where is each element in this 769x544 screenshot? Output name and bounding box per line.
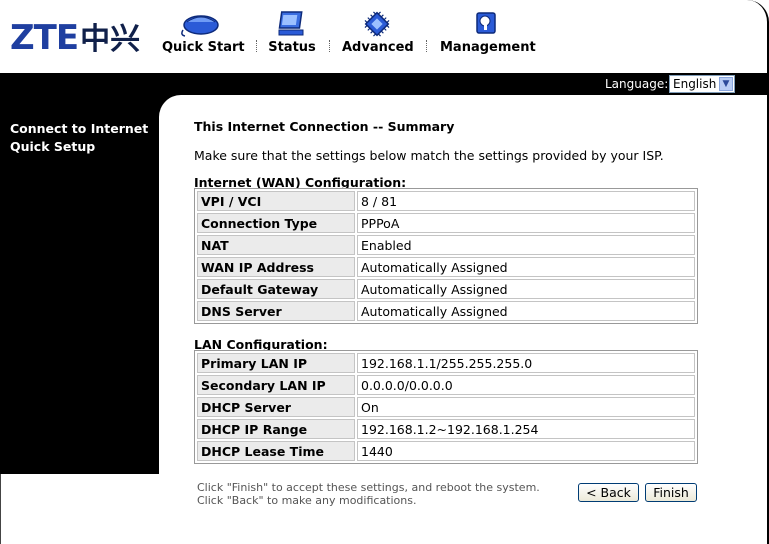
table-row: DHCP Lease Time 1440 <box>197 441 695 461</box>
nav-advanced[interactable]: Advanced <box>342 10 414 62</box>
divider <box>0 474 1 544</box>
logo-cn: 中兴 <box>80 22 141 57</box>
row-key: WAN IP Address <box>197 257 355 277</box>
nav-quick-start[interactable]: Quick Start <box>162 10 245 62</box>
nav-separator <box>256 40 258 52</box>
row-key: Default Gateway <box>197 279 355 299</box>
chevron-down-icon[interactable]: ▼ <box>719 77 733 91</box>
row-value: PPPoA <box>357 213 695 233</box>
row-key: DHCP Server <box>197 397 355 417</box>
instruction-line: Click "Finish" to accept these settings,… <box>197 481 540 494</box>
row-value: 0.0.0.0/0.0.0.0 <box>357 375 695 395</box>
language-select[interactable]: English ▼ <box>669 75 735 93</box>
nav-status[interactable]: Status <box>268 10 316 62</box>
row-value: 192.168.1.2~192.168.1.254 <box>357 419 695 439</box>
row-key: Secondary LAN IP <box>197 375 355 395</box>
sidebar-item-quick-setup[interactable]: Quick Setup <box>10 139 95 154</box>
language-selected-value: English <box>673 77 717 91</box>
page-title: This Internet Connection -- Summary <box>194 119 455 134</box>
row-key: DHCP Lease Time <box>197 441 355 461</box>
row-key: VPI / VCI <box>197 191 355 211</box>
nav-management[interactable]: Management <box>440 10 536 62</box>
table-row: DNS Server Automatically Assigned <box>197 301 695 321</box>
table-row: Connection Type PPPoA <box>197 213 695 233</box>
nav-separator <box>426 40 428 52</box>
wan-config-table: VPI / VCI 8 / 81 Connection Type PPPoA NAT… <box>194 188 698 324</box>
language-label: Language: <box>605 77 669 91</box>
row-value: 1440 <box>357 441 695 461</box>
instructions: Click "Finish" to accept these settings,… <box>197 481 540 507</box>
intro-text: Make sure that the settings below match … <box>194 148 664 163</box>
row-key: NAT <box>197 235 355 255</box>
table-row: Primary LAN IP 192.168.1.1/255.255.255.0 <box>197 353 695 373</box>
row-value: On <box>357 397 695 417</box>
row-key: Primary LAN IP <box>197 353 355 373</box>
row-value: Automatically Assigned <box>357 257 695 277</box>
logo-latin: ZTE <box>10 18 79 58</box>
row-value: Enabled <box>357 235 695 255</box>
sidebar-item-connect-to-internet[interactable]: Connect to Internet <box>10 121 148 136</box>
row-value: Automatically Assigned <box>357 301 695 321</box>
table-row: DHCP IP Range 192.168.1.2~192.168.1.254 <box>197 419 695 439</box>
row-key: DHCP IP Range <box>197 419 355 439</box>
nav-label: Quick Start <box>162 40 245 55</box>
table-row: Default Gateway Automatically Assigned <box>197 279 695 299</box>
row-value: 8 / 81 <box>357 191 695 211</box>
header: ZTE中兴 Quick Start Status Advanced Manage… <box>0 0 769 73</box>
row-value: Automatically Assigned <box>357 279 695 299</box>
nav-label: Status <box>268 40 316 55</box>
monitor-icon <box>278 11 304 36</box>
content-corner <box>159 95 189 125</box>
nav-separator <box>329 40 331 52</box>
table-row: DHCP Server On <box>197 397 695 417</box>
chip-icon <box>364 11 390 37</box>
key-lock-icon <box>476 12 496 34</box>
zte-logo: ZTE中兴 <box>10 18 140 58</box>
mouse-icon <box>181 15 219 37</box>
nav-label: Management <box>440 40 536 55</box>
instruction-line: Click "Back" to make any modifications. <box>197 494 417 507</box>
row-value: 192.168.1.1/255.255.255.0 <box>357 353 695 373</box>
lan-config-table: Primary LAN IP 192.168.1.1/255.255.255.0 … <box>194 350 698 464</box>
table-row: VPI / VCI 8 / 81 <box>197 191 695 211</box>
back-button[interactable]: < Back <box>578 483 639 502</box>
table-row: NAT Enabled <box>197 235 695 255</box>
table-row: Secondary LAN IP 0.0.0.0/0.0.0.0 <box>197 375 695 395</box>
nav-label: Advanced <box>342 40 414 55</box>
row-key: Connection Type <box>197 213 355 233</box>
finish-button[interactable]: Finish <box>645 483 697 502</box>
table-row: WAN IP Address Automatically Assigned <box>197 257 695 277</box>
row-key: DNS Server <box>197 301 355 321</box>
